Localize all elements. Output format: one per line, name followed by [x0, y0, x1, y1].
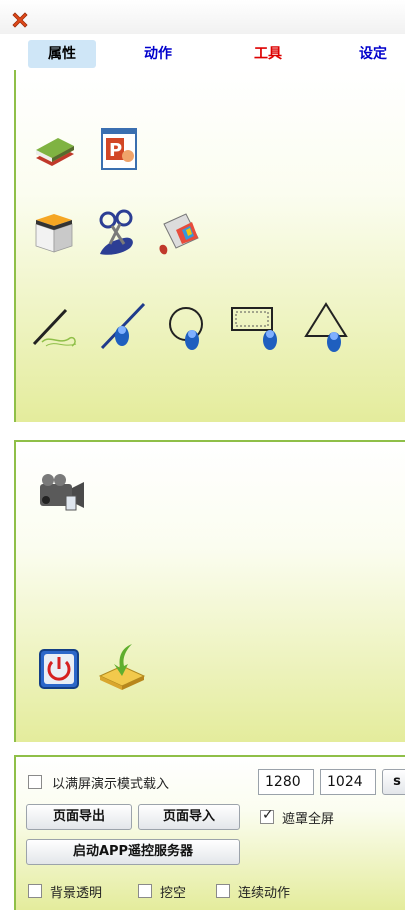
tab-bar: 属性 动作 工具 设定	[14, 40, 405, 70]
import-icon[interactable]	[96, 642, 148, 692]
height-input[interactable]: 1024	[320, 769, 376, 795]
import-button[interactable]: 页面导入	[138, 804, 240, 830]
fullscreen-checkbox[interactable]	[28, 775, 42, 789]
tools-panel: P	[14, 70, 405, 422]
continuous-checkbox[interactable]	[216, 884, 230, 898]
settings-panel: 以满屏演示模式载入 1280 1024 s 页面导出 页面导入 遮罩全屏 启动A…	[14, 755, 405, 910]
box-icon[interactable]	[32, 210, 76, 256]
fullscreen-label: 以满屏演示模式载入	[52, 777, 170, 792]
bg-transparent-checkbox[interactable]	[28, 884, 42, 898]
hollow-label: 挖空	[160, 886, 187, 901]
mask-label: 遮罩全屏	[282, 812, 335, 827]
close-x-icon[interactable]	[10, 10, 30, 30]
mask-checkbox[interactable]	[260, 807, 274, 824]
export-button[interactable]: 页面导出	[26, 804, 132, 830]
pen-icon[interactable]	[30, 302, 82, 350]
hollow-checkbox[interactable]	[138, 884, 152, 898]
line-tool-icon[interactable]	[98, 300, 150, 354]
power-icon[interactable]	[38, 648, 82, 692]
title-bar	[0, 0, 405, 34]
tab-tools[interactable]: 工具	[234, 40, 302, 68]
triangle-tool-icon[interactable]	[304, 300, 352, 356]
circle-tool-icon[interactable]	[166, 302, 216, 356]
tab-settings[interactable]: 设定	[339, 40, 405, 68]
svg-text:P: P	[109, 140, 122, 161]
paint-bucket-icon[interactable]	[156, 208, 204, 258]
continuous-label: 连续动作	[238, 886, 291, 901]
partial-button[interactable]: s	[382, 769, 405, 795]
video-camera-icon[interactable]	[36, 470, 88, 518]
rectangle-tool-icon[interactable]	[230, 302, 288, 356]
tab-actions[interactable]: 动作	[124, 40, 192, 68]
actions-panel	[14, 440, 405, 742]
width-input[interactable]: 1280	[258, 769, 314, 795]
books-icon[interactable]	[32, 128, 78, 174]
bg-transparent-label: 背景透明	[50, 886, 103, 901]
powerpoint-icon[interactable]: P	[100, 126, 140, 172]
scissors-icon[interactable]	[94, 208, 140, 258]
tab-properties[interactable]: 属性	[28, 40, 96, 68]
app-remote-button[interactable]: 启动APP遥控服务器	[26, 839, 240, 865]
